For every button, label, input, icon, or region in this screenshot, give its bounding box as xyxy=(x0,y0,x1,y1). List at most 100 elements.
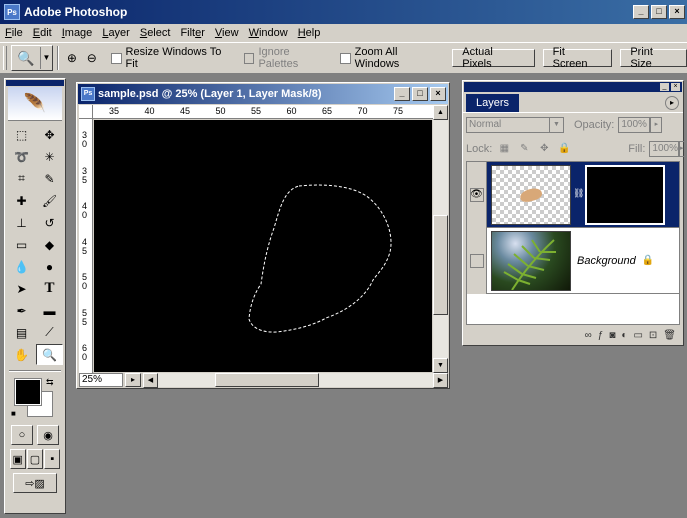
close-button[interactable]: × xyxy=(669,5,685,19)
zoom-all-windows-checkbox[interactable]: Zoom All Windows xyxy=(339,46,445,70)
layer-mask-thumbnail[interactable] xyxy=(585,164,665,225)
fit-screen-button[interactable]: Fit Screen xyxy=(542,46,613,70)
doc-close-button[interactable]: × xyxy=(430,87,446,101)
opacity-slider-button[interactable]: ▸ xyxy=(650,117,663,133)
layer-visibility-toggle[interactable] xyxy=(467,227,487,294)
scroll-right-button[interactable]: ▶ xyxy=(433,373,448,388)
eyedropper-tool-icon[interactable]: ⟋ xyxy=(36,322,63,343)
vertical-scrollbar[interactable]: ▲ ▼ xyxy=(433,105,448,373)
foreground-color-swatch[interactable] xyxy=(14,378,42,406)
magic-wand-tool-icon[interactable]: ✳ xyxy=(36,146,63,167)
standard-mode-icon[interactable]: ○ xyxy=(11,425,33,445)
print-size-button[interactable]: Print Size xyxy=(620,46,687,70)
background-thumbnail[interactable] xyxy=(491,230,571,291)
menu-item-window[interactable]: Window xyxy=(244,27,293,39)
palette-close-button[interactable]: × xyxy=(671,83,680,91)
new-group-icon[interactable]: ▭ xyxy=(633,330,642,341)
doc-minimize-button[interactable]: _ xyxy=(394,87,410,101)
zoom-level-field[interactable]: 25% xyxy=(79,373,123,387)
notes-tool-icon[interactable]: ▤ xyxy=(8,322,35,343)
layer-style-icon[interactable]: ƒ xyxy=(598,330,604,341)
scroll-left-button[interactable]: ◀ xyxy=(143,373,158,388)
ruler-origin[interactable] xyxy=(79,105,93,119)
tab-layers[interactable]: Layers xyxy=(466,94,520,112)
palette-menu-icon[interactable]: ▸ xyxy=(665,96,679,110)
healing-brush-tool-icon[interactable]: ✚ xyxy=(8,190,35,211)
fill-slider-button[interactable]: ▸ xyxy=(678,141,685,157)
adjustment-layer-icon[interactable]: ◐ xyxy=(621,330,627,341)
ignore-palettes-checkbox[interactable]: Ignore Palettes xyxy=(243,46,332,70)
zoom-out-button[interactable]: ⊖ xyxy=(83,49,101,67)
blend-mode-select[interactable]: Normal ▼ xyxy=(466,117,564,133)
resize-windows-checkbox[interactable]: Resize Windows To Fit xyxy=(110,46,236,70)
default-colors-icon[interactable]: ■ xyxy=(11,409,16,418)
menu-item-view[interactable]: View xyxy=(210,27,244,39)
swap-colors-icon[interactable]: ⇆ xyxy=(46,377,54,388)
jump-to-imageready-icon[interactable]: ⇨▨ xyxy=(13,473,57,493)
actual-pixels-button[interactable]: Actual Pixels xyxy=(452,46,535,70)
feather-logo-icon[interactable]: 🪶 xyxy=(8,87,62,121)
lasso-tool-icon[interactable]: ➰ xyxy=(8,146,35,167)
document-title-bar[interactable]: Ps sample.psd @ 25% (Layer 1, Layer Mask… xyxy=(78,84,448,104)
type-tool-icon[interactable]: T xyxy=(36,278,63,299)
lock-transparency-icon[interactable]: ▦ xyxy=(498,143,510,155)
lock-all-icon[interactable]: 🔒 xyxy=(558,143,570,155)
crop-tool-icon[interactable]: ⌗ xyxy=(8,168,35,189)
mask-link-icon[interactable]: ⛓ xyxy=(573,188,584,202)
doc-maximize-button[interactable]: □ xyxy=(412,87,428,101)
fill-field[interactable]: 100% xyxy=(649,141,679,157)
pen-tool-icon[interactable]: ✒ xyxy=(8,300,35,321)
options-grip[interactable] xyxy=(3,46,7,70)
layer-row-background[interactable]: Background 🔒 xyxy=(467,227,679,294)
menu-item-image[interactable]: Image xyxy=(57,27,98,39)
link-layers-icon[interactable]: ∞ xyxy=(585,330,592,341)
eraser-tool-icon[interactable]: ▭ xyxy=(8,234,35,255)
move-tool-icon[interactable]: ✥ xyxy=(36,124,63,145)
history-brush-tool-icon[interactable]: ↺ xyxy=(36,212,63,233)
add-mask-icon[interactable]: ◙ xyxy=(609,330,615,341)
layer-row-layer-1[interactable]: 👁 ⛓ xyxy=(467,161,679,228)
menu-item-filter[interactable]: Filter xyxy=(175,27,209,39)
maximize-button[interactable]: □ xyxy=(651,5,667,19)
document-canvas[interactable] xyxy=(94,120,432,372)
vertical-scroll-thumb[interactable] xyxy=(433,215,448,315)
slice-tool-icon[interactable]: ✎ xyxy=(36,168,63,189)
palette-title-bar[interactable]: _ × xyxy=(464,82,682,92)
zoom-tool-icon[interactable]: 🔍 xyxy=(36,344,63,365)
menu-item-file[interactable]: File xyxy=(0,27,28,39)
horizontal-ruler[interactable]: 35 40 45 50 55 60 65 70 75 xyxy=(93,105,433,119)
blur-tool-icon[interactable]: 💧 xyxy=(8,256,35,277)
screen-mode-full-icon[interactable]: ▪ xyxy=(44,449,61,469)
scroll-up-button[interactable]: ▲ xyxy=(433,105,448,120)
quick-mask-mode-icon[interactable]: ◉ xyxy=(37,425,59,445)
path-selection-tool-icon[interactable]: ➤ xyxy=(8,278,35,299)
clone-stamp-tool-icon[interactable]: ⊥ xyxy=(8,212,35,233)
status-menu-button[interactable]: ▸ xyxy=(125,373,141,387)
screen-mode-standard-icon[interactable]: ▣ xyxy=(9,449,26,469)
opacity-field[interactable]: 100% xyxy=(618,117,651,133)
rectangle-tool-icon[interactable]: ▬ xyxy=(36,300,63,321)
horizontal-scrollbar[interactable]: ◀ ▶ xyxy=(143,373,448,388)
tool-preset-picker[interactable]: 🔍 ▼ xyxy=(10,45,53,71)
menu-item-help[interactable]: Help xyxy=(293,27,326,39)
menu-item-layer[interactable]: Layer xyxy=(97,27,135,39)
brush-tool-icon[interactable]: 🖌 xyxy=(36,190,63,211)
screen-mode-menu-icon[interactable]: ▢ xyxy=(26,449,43,469)
vertical-ruler[interactable]: 30 35 40 45 50 55 60 xyxy=(79,119,93,373)
menu-item-edit[interactable]: Edit xyxy=(28,27,57,39)
horizontal-scroll-thumb[interactable] xyxy=(215,373,319,387)
layer-visibility-toggle[interactable]: 👁 xyxy=(467,161,487,228)
hand-tool-icon[interactable]: ✋ xyxy=(8,344,35,365)
minimize-button[interactable]: _ xyxy=(633,5,649,19)
zoom-in-button[interactable]: ⊕ xyxy=(63,49,81,67)
delete-layer-icon[interactable]: 🗑 xyxy=(663,330,676,341)
scroll-down-button[interactable]: ▼ xyxy=(433,358,448,373)
lock-position-icon[interactable]: ✥ xyxy=(538,143,550,155)
layer-thumbnail[interactable] xyxy=(491,164,571,225)
palette-minimize-button[interactable]: _ xyxy=(660,83,669,91)
menu-item-select[interactable]: Select xyxy=(135,27,176,39)
dodge-tool-icon[interactable]: ● xyxy=(36,256,63,277)
toolbox-title-bar[interactable] xyxy=(6,80,64,86)
lock-image-icon[interactable]: ✎ xyxy=(518,143,530,155)
paint-bucket-tool-icon[interactable]: ◆ xyxy=(36,234,63,255)
